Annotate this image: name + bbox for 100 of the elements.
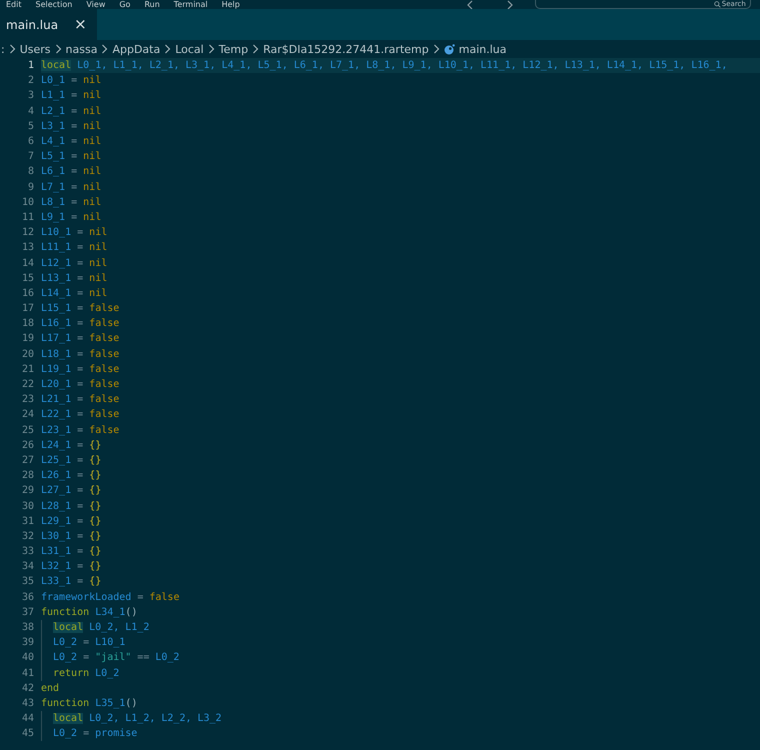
code-line: L0_2 = "jail" == L0_2 — [53, 652, 180, 664]
line-number: 45 — [20, 728, 34, 740]
breadcrumb-item[interactable]: Users — [20, 42, 51, 56]
chevron-icon — [252, 44, 260, 54]
line-number: 38 — [20, 622, 34, 634]
line-number: 30 — [20, 500, 34, 512]
code-line: function L35_1() — [41, 698, 138, 709]
code-line: end — [41, 682, 60, 694]
code-line: L8_1 = nil — [41, 196, 102, 208]
menu-item[interactable]: Edit — [6, 0, 22, 9]
code-line: L9_1 = nil — [41, 212, 102, 223]
code-line: return L0_2 — [53, 668, 120, 679]
code-line: L29_1 = {} — [41, 516, 102, 527]
line-number: 37 — [20, 606, 34, 618]
line-number: 20 — [20, 348, 34, 360]
line-number: 29 — [20, 485, 34, 496]
line-number: 22 — [20, 379, 34, 390]
line-number: 27 — [20, 454, 34, 466]
line-number: 1 — [26, 60, 34, 72]
code-line: L0_2 = promise — [53, 728, 138, 740]
code-line: L15_1 = false — [41, 303, 120, 314]
line-number: 43 — [20, 698, 34, 709]
moon-icon — [444, 44, 455, 54]
breadcrumb-item[interactable]: main.lua — [458, 42, 506, 56]
menu-item[interactable]: Go — [119, 0, 130, 9]
code-line: L14_1 = nil — [41, 288, 108, 299]
code-line: L28_1 = {} — [41, 500, 102, 512]
line-number: 40 — [20, 652, 34, 664]
breadcrumb-item[interactable]: Local — [175, 42, 204, 56]
line-number: 12 — [20, 227, 34, 238]
code-line: L10_1 = nil — [41, 227, 108, 238]
menu-item[interactable]: Terminal — [174, 0, 208, 9]
line-number: 25 — [20, 424, 34, 436]
breadcrumb-item[interactable]: : — [1, 42, 5, 56]
code-line: L13_1 = nil — [41, 272, 108, 284]
line-number: 8 — [26, 166, 34, 178]
chevron-icon — [432, 44, 440, 54]
line-number: 5 — [26, 120, 34, 132]
line-number: 15 — [20, 272, 34, 284]
chevron-icon — [54, 44, 62, 54]
line-number: 34 — [20, 561, 34, 572]
code-line: L19_1 = false — [41, 364, 120, 375]
chevron-icon — [101, 44, 108, 54]
code-line: L2_1 = nil — [41, 106, 102, 117]
code-line: L27_1 = {} — [41, 485, 102, 496]
breadcrumb-item[interactable]: AppData — [112, 42, 160, 56]
menu-item[interactable]: Help — [222, 0, 240, 9]
editor-tab[interactable]: main.lua × — [0, 9, 97, 40]
code-line: local L0_2, L1_2 — [53, 622, 150, 634]
code-line: function L34_1() — [41, 606, 138, 618]
code-line: L22_1 = false — [41, 409, 120, 420]
line-number: 7 — [26, 151, 34, 162]
code-line: L0_1 = nil — [41, 75, 102, 86]
menu-item[interactable]: Selection — [36, 0, 72, 9]
code-line: local L0_1, L1_1, L2_1, L3_1, L4_1, L5_1, L6_1, L7_1, L8_1, L9_1, L10_1, L11_1, L12_1, L13_1, L14_1, L15_1, L16_1, — [41, 60, 728, 72]
breadcrumb-item[interactable]: nassa — [66, 42, 98, 56]
code-line: L7_1 = nil — [41, 182, 102, 193]
line-number: 10 — [20, 196, 34, 208]
menu-item[interactable]: View — [86, 0, 106, 9]
line-number: 9 — [26, 182, 34, 193]
code-line: L23_1 = false — [41, 424, 120, 436]
code-line: L30_1 = {} — [41, 530, 102, 542]
code-line: L12_1 = nil — [41, 258, 108, 269]
breadcrumb-item[interactable]: Rar$DIa15292.27441.rartemp — [263, 42, 429, 56]
code-line: L24_1 = {} — [41, 440, 102, 451]
line-number: 18 — [20, 318, 34, 330]
breadcrumb-item[interactable]: Temp — [218, 42, 248, 56]
code-line: L4_1 = nil — [41, 136, 102, 148]
line-number: 2 — [26, 75, 34, 86]
code-line: L6_1 = nil — [41, 166, 102, 178]
line-number: 36 — [20, 592, 34, 603]
line-number: 26 — [20, 440, 34, 451]
line-number: 17 — [20, 303, 34, 314]
chevron-icon — [164, 44, 172, 54]
line-number: 35 — [20, 576, 34, 588]
line-number: 23 — [20, 394, 34, 406]
line-number: 24 — [20, 409, 34, 420]
chevron-icon — [208, 44, 215, 54]
code-line: frameworkLoaded = false — [41, 592, 180, 603]
code-line: L3_1 = nil — [41, 120, 102, 132]
code-line: local L0_2, L1_2, L2_2, L3_2 — [53, 713, 222, 724]
chevron-icon — [8, 44, 16, 54]
code-line: L17_1 = false — [41, 333, 120, 344]
code-line: L26_1 = {} — [41, 470, 102, 482]
menu-item[interactable]: Run — [144, 0, 160, 9]
close-button[interactable]: × — [74, 17, 87, 32]
line-number: 3 — [26, 90, 34, 102]
line-number: 21 — [20, 364, 34, 375]
line-number: 16 — [20, 288, 34, 299]
line-number: 11 — [20, 212, 34, 223]
line-number: 28 — [20, 470, 34, 482]
code-line: L20_1 = false — [41, 379, 120, 390]
line-number: 33 — [20, 546, 34, 558]
line-number: 6 — [26, 136, 34, 148]
line-number: 19 — [20, 333, 34, 344]
code-line: L5_1 = nil — [41, 151, 102, 162]
line-number: 32 — [20, 530, 34, 542]
search-icon — [714, 1, 721, 8]
line-number: 13 — [20, 242, 34, 254]
code-line: L16_1 = false — [41, 318, 120, 330]
